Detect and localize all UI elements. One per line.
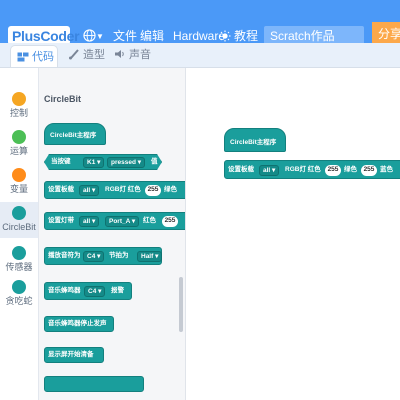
block-display-clear[interactable]: 显示屏开始清备 <box>44 347 104 363</box>
top-menu-bar: PlusCoder ▼ 文件 编辑 Hardware 教程 Scratch作品 … <box>0 0 400 46</box>
red-value-input[interactable]: 255 <box>145 185 161 196</box>
edit-menu[interactable]: 编辑 <box>140 29 164 43</box>
block-set-onboard-rgb[interactable]: 设置板载 all ▾ RGB灯 红色 255 绿色 <box>44 181 185 199</box>
lightbulb-icon <box>219 30 231 42</box>
dropdown-value: C4 <box>88 288 97 295</box>
speaker-icon <box>115 50 124 58</box>
tab-sound-label: 声音 <box>129 49 151 61</box>
category-circlebit[interactable]: CircleBit <box>0 202 38 238</box>
block-label: 设置灯带 <box>48 217 74 224</box>
block-label: 值 <box>151 158 158 165</box>
block-label: 绿色 <box>164 186 177 193</box>
port-dropdown[interactable]: Port_A ▾ <box>105 216 140 227</box>
block-label: CircleBit主程序 <box>230 139 277 146</box>
globe-icon <box>83 29 96 42</box>
tutorial-menu[interactable]: 教程 <box>219 29 258 43</box>
tutorial-label: 教程 <box>234 29 259 43</box>
palette-scrollbar[interactable] <box>179 277 183 332</box>
language-menu[interactable]: ▼ <box>83 29 104 44</box>
block-circlebit-main[interactable]: CircleBit主程序 <box>44 123 106 145</box>
dropdown-value: Half <box>141 253 154 260</box>
dropdown-value: Port_A <box>109 218 131 225</box>
block-label: RGB灯 红色 <box>105 186 141 193</box>
dropdown-value: K1 <box>87 159 96 166</box>
red-value-input[interactable]: 255 <box>162 216 178 227</box>
editor-tabs: 代码 造型 声音 <box>0 43 400 68</box>
chevron-down-icon: ▼ <box>96 32 104 41</box>
block-buzzer-alarm[interactable]: 音乐蜂鸣器 C4 ▾ 报警 <box>44 282 132 300</box>
block-label: 蓝色 <box>380 166 393 173</box>
block-palette: CircleBit CircleBit主程序 当按键 K1 ▾ pressed … <box>39 68 186 400</box>
category-dot-icon <box>12 280 26 294</box>
category-dot-icon <box>12 246 26 260</box>
logo-text: PlusCoder <box>12 28 80 44</box>
note-dropdown[interactable]: C4 ▾ <box>84 286 106 297</box>
tab-code[interactable]: 代码 <box>10 45 58 67</box>
hardware-menu[interactable]: Hardware <box>173 29 225 43</box>
dropdown-value: all <box>83 218 91 225</box>
category-dot-icon <box>12 206 26 220</box>
beat-dropdown[interactable]: Half ▾ <box>137 251 163 262</box>
block-label: 设置板载 <box>228 166 254 173</box>
block-play-note[interactable]: 播放音符为 C4 ▾ 节拍为 Half ▾ <box>44 247 163 265</box>
category-snake[interactable]: 贪吃蛇 <box>0 280 38 307</box>
code-icon <box>17 52 29 62</box>
block-label: 播放音符为 <box>48 252 81 259</box>
block-label: CircleBit主程序 <box>50 132 97 139</box>
target-dropdown[interactable]: all ▾ <box>79 185 100 196</box>
ws-block-circlebit-main[interactable]: CircleBit主程序 <box>224 128 286 152</box>
dropdown-value: all <box>263 167 271 174</box>
block-label: 显示屏开始清备 <box>48 351 94 358</box>
category-operators[interactable]: 运算 <box>0 130 38 157</box>
block-label: 红色 <box>143 217 156 224</box>
category-dot-icon <box>12 92 26 106</box>
category-dot-icon <box>12 168 26 182</box>
tab-costume-label: 造型 <box>83 49 105 61</box>
block-label: 音乐蜂鸣器 <box>48 287 81 294</box>
category-label: 变量 <box>9 184 28 194</box>
palette-section-title: CircleBit <box>44 94 82 104</box>
share-label: 分享 <box>378 27 400 41</box>
block-label: 音乐蜂鸣器停止发声 <box>48 320 107 327</box>
block-when-key-pressed[interactable]: 当按键 K1 ▾ pressed ▾ 值 <box>44 154 162 170</box>
target-dropdown[interactable]: all ▾ <box>259 165 280 176</box>
category-label: CircleBit <box>2 222 36 232</box>
tab-code-label: 代码 <box>32 51 54 63</box>
file-menu[interactable]: 文件 <box>113 29 137 43</box>
category-label: 运算 <box>9 146 28 156</box>
category-label: 贪吃蛇 <box>5 296 33 306</box>
tab-costume[interactable]: 造型 <box>68 43 105 67</box>
category-label: 传感器 <box>5 262 33 272</box>
tab-sound[interactable]: 声音 <box>114 43 151 67</box>
block-label: 绿色 <box>344 166 357 173</box>
green-value-input[interactable]: 255 <box>361 165 377 176</box>
event-dropdown[interactable]: pressed ▾ <box>107 157 145 168</box>
dropdown-value: pressed <box>111 159 136 166</box>
key-dropdown[interactable]: K1 ▾ <box>83 157 104 168</box>
category-label: 控制 <box>9 108 28 118</box>
brush-icon <box>69 49 79 60</box>
block-category-list: 控制 运算 变量 CircleBit 传感器 贪吃蛇 <box>0 68 39 400</box>
block-label: 节拍为 <box>109 252 129 259</box>
dropdown-value: C4 <box>87 253 96 260</box>
block-label: 设置板载 <box>48 186 74 193</box>
note-dropdown[interactable]: C4 ▾ <box>83 251 105 262</box>
block-label: 报警 <box>111 287 124 294</box>
target-dropdown[interactable]: all ▾ <box>79 216 100 227</box>
project-title-text: Scratch作品 <box>270 29 335 43</box>
block-buzzer-stop[interactable]: 音乐蜂鸣器停止发声 <box>44 316 114 332</box>
red-value-input[interactable]: 255 <box>325 165 341 176</box>
block-set-led-strip[interactable]: 设置灯带 all ▾ Port_A ▾ 红色 255 <box>44 212 185 230</box>
block-label: RGB灯 红色 <box>285 166 321 173</box>
category-dot-icon <box>12 130 26 144</box>
category-control[interactable]: 控制 <box>0 92 38 119</box>
category-variables[interactable]: 变量 <box>0 168 38 195</box>
block-label: 当按键 <box>51 158 71 165</box>
dropdown-value: all <box>83 187 91 194</box>
block-next-partial[interactable] <box>44 376 144 392</box>
ws-block-set-onboard-rgb[interactable]: 设置板载 all ▾ RGB灯 红色 255 绿色 255 蓝色 <box>224 160 400 179</box>
category-sensors[interactable]: 传感器 <box>0 246 38 273</box>
script-workspace[interactable]: CircleBit主程序 设置板载 all ▾ RGB灯 红色 255 绿色 2… <box>186 68 400 400</box>
